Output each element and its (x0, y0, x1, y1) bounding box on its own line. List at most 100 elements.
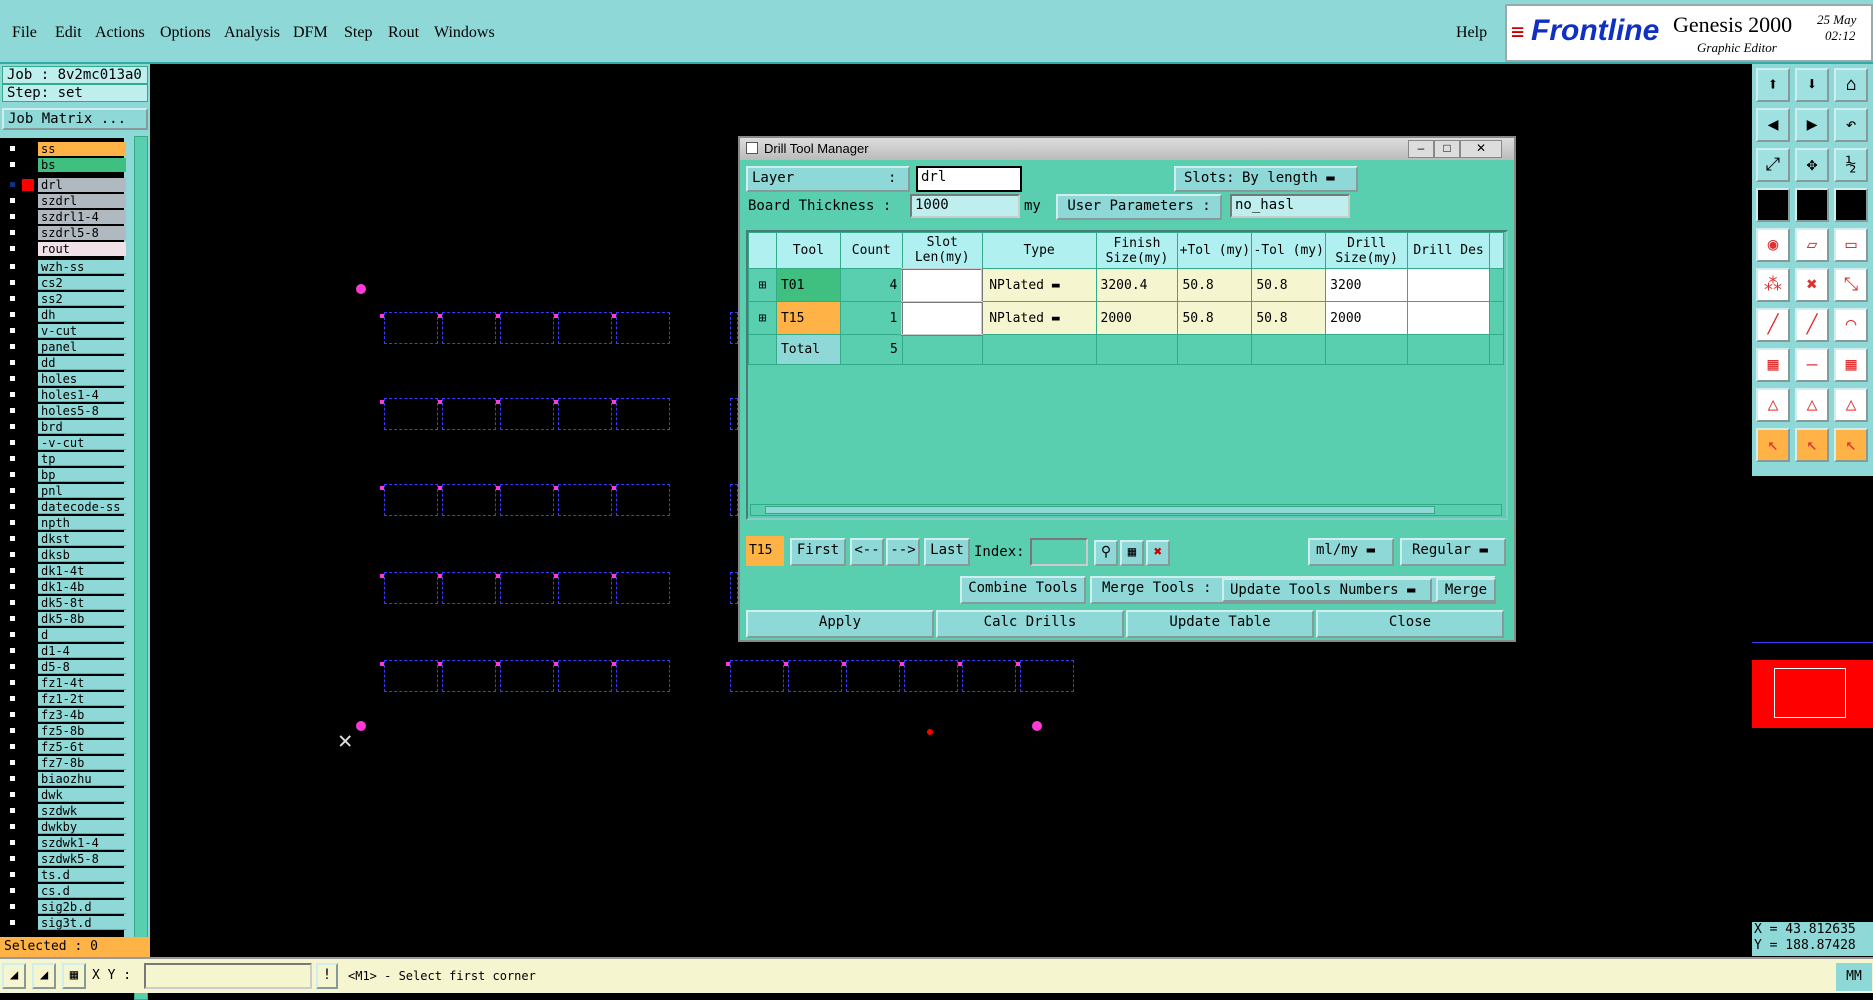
layer-row[interactable]: tp (6, 452, 126, 467)
layer-name[interactable]: sig2b.d (38, 900, 126, 914)
layer-name[interactable]: brd (38, 420, 126, 434)
menu-actions[interactable]: Actions (95, 24, 145, 42)
layer-row[interactable]: d (6, 628, 126, 643)
layer-row[interactable]: d5-8 (6, 660, 126, 675)
save-icon[interactable]: ⬇ (1795, 68, 1829, 102)
layer-row[interactable]: biaozhu (6, 772, 126, 787)
merge-option-dropdown[interactable]: Update Tools Numbers ▬ (1222, 578, 1432, 602)
layer-row[interactable]: drl (6, 178, 126, 193)
layer-name[interactable]: holes (38, 372, 126, 386)
plus-tol-cell[interactable]: 50.8 (1177, 268, 1253, 302)
layer-checkbox[interactable] (8, 902, 17, 911)
scrollbar-thumb[interactable] (765, 506, 1435, 514)
dialog-titlebar[interactable]: Drill Tool Manager – □ ✕ (740, 138, 1514, 160)
layer-name[interactable]: d5-8 (38, 660, 126, 674)
layer-checkbox[interactable] (8, 726, 17, 735)
layer-name[interactable]: szdwk (38, 804, 126, 818)
layer-checkbox[interactable] (8, 742, 17, 751)
pointer3-icon[interactable]: ↖ (1834, 428, 1868, 462)
layer-row[interactable]: cs2 (6, 276, 126, 291)
layer-name[interactable]: wzh-ss (38, 260, 126, 274)
home-icon[interactable]: ⌂ (1834, 68, 1868, 102)
layer-checkbox[interactable] (8, 342, 17, 351)
layer-checkbox[interactable] (8, 662, 17, 671)
measure-icon[interactable]: ◢ (32, 963, 56, 989)
row-expand-icon[interactable]: ⊞ (748, 268, 777, 302)
left-icon[interactable]: ◀ (1756, 108, 1790, 142)
menu-step[interactable]: Step (344, 24, 372, 42)
layer-checkbox[interactable] (8, 486, 17, 495)
layer-checkbox[interactable] (8, 390, 17, 399)
layer-checkbox[interactable] (8, 838, 17, 847)
layer-checkbox[interactable] (8, 758, 17, 767)
layer-row[interactable]: cs.d (6, 884, 126, 899)
layer-name[interactable]: bs (38, 158, 126, 172)
layer-checkbox[interactable] (8, 502, 17, 511)
layer-name[interactable]: cs.d (38, 884, 126, 898)
layer-name[interactable]: fz1-2t (38, 692, 126, 706)
layer-name[interactable]: dh (38, 308, 126, 322)
layer-name[interactable]: panel (38, 340, 126, 354)
layer-checkbox[interactable] (8, 228, 17, 237)
mode-dropdown[interactable]: Regular ▬ (1400, 538, 1506, 566)
layer-name[interactable]: dd (38, 356, 126, 370)
layer-row[interactable]: bp (6, 468, 126, 483)
layer-name[interactable]: szdrl (38, 194, 126, 208)
units-dropdown[interactable]: ml/my ▬ (1308, 538, 1394, 566)
triangle-icon[interactable]: △ (1756, 388, 1790, 422)
layer-name[interactable]: dkst (38, 532, 126, 546)
export-icon[interactable]: ⬆ (1756, 68, 1790, 102)
layer-row[interactable]: szdwk1-4 (6, 836, 126, 851)
next-button[interactable]: --> (886, 538, 920, 566)
layer-name[interactable]: ss (38, 142, 126, 156)
layer-name[interactable]: d1-4 (38, 644, 126, 658)
layer-name[interactable]: d (38, 628, 126, 642)
row-expand-icon[interactable]: ⊞ (748, 301, 777, 335)
slot-len-cell[interactable] (901, 300, 984, 336)
layer-name[interactable]: fz1-4t (38, 676, 126, 690)
layer-row[interactable]: szdwk (6, 804, 126, 819)
layer-row[interactable]: fz5-8b (6, 724, 126, 739)
layer-row[interactable]: dwk (6, 788, 126, 803)
layer-name[interactable]: holes5-8 (38, 404, 126, 418)
search-icon[interactable]: ⚲ (1094, 540, 1118, 566)
layer-row[interactable]: -v-cut (6, 436, 126, 451)
cross-icon[interactable]: ✖ (1795, 268, 1829, 302)
merge-button[interactable]: Merge (1436, 578, 1496, 602)
layer-row[interactable]: ss2 (6, 292, 126, 307)
layer-checkbox[interactable] (8, 470, 17, 479)
layer-name[interactable]: dk5-8b (38, 612, 126, 626)
layer-name[interactable]: dk1-4t (38, 564, 126, 578)
layer-checkbox[interactable] (8, 310, 17, 319)
ruler-icon[interactable]: ▭ (1834, 228, 1868, 262)
diag-icon[interactable]: ╱ (1795, 308, 1829, 342)
table-horizontal-scrollbar[interactable] (750, 504, 1502, 516)
zoom-icon[interactable]: ◢ (2, 963, 26, 989)
layer-checkbox[interactable] (8, 294, 17, 303)
finish-size-cell[interactable]: 2000 (1095, 301, 1179, 335)
layer-name[interactable]: szdrl5-8 (38, 226, 126, 240)
filter-icon[interactable]: ▦ (1120, 540, 1144, 566)
layer-checkbox[interactable] (8, 790, 17, 799)
finish-size-cell[interactable]: 3200.4 (1095, 268, 1179, 302)
apply-button[interactable]: Apply (746, 610, 934, 638)
first-button[interactable]: First (790, 538, 846, 566)
select-icon[interactable]: ◉ (1756, 228, 1790, 262)
layer-row[interactable]: pnl (6, 484, 126, 499)
menu-windows[interactable]: Windows (434, 24, 495, 42)
minimize-icon[interactable]: – (1408, 140, 1434, 158)
layer-list-scrollbar[interactable] (134, 136, 148, 1000)
layer-name[interactable]: dk1-4b (38, 580, 126, 594)
layer-name[interactable]: -v-cut (38, 436, 126, 450)
layer-name[interactable]: fz5-8b (38, 724, 126, 738)
layer-name[interactable]: bp (38, 468, 126, 482)
layer-row[interactable]: fz7-8b (6, 756, 126, 771)
layer-name[interactable]: tp (38, 452, 126, 466)
menu-rout[interactable]: Rout (388, 24, 419, 42)
layer-row[interactable]: holes5-8 (6, 404, 126, 419)
layer-checkbox[interactable] (8, 774, 17, 783)
layer-checkbox[interactable] (8, 144, 17, 153)
tools-icon[interactable]: ⚙ (1756, 188, 1790, 222)
layer-row[interactable]: brd (6, 420, 126, 435)
grid-icon[interactable]: ▦ (1834, 348, 1868, 382)
